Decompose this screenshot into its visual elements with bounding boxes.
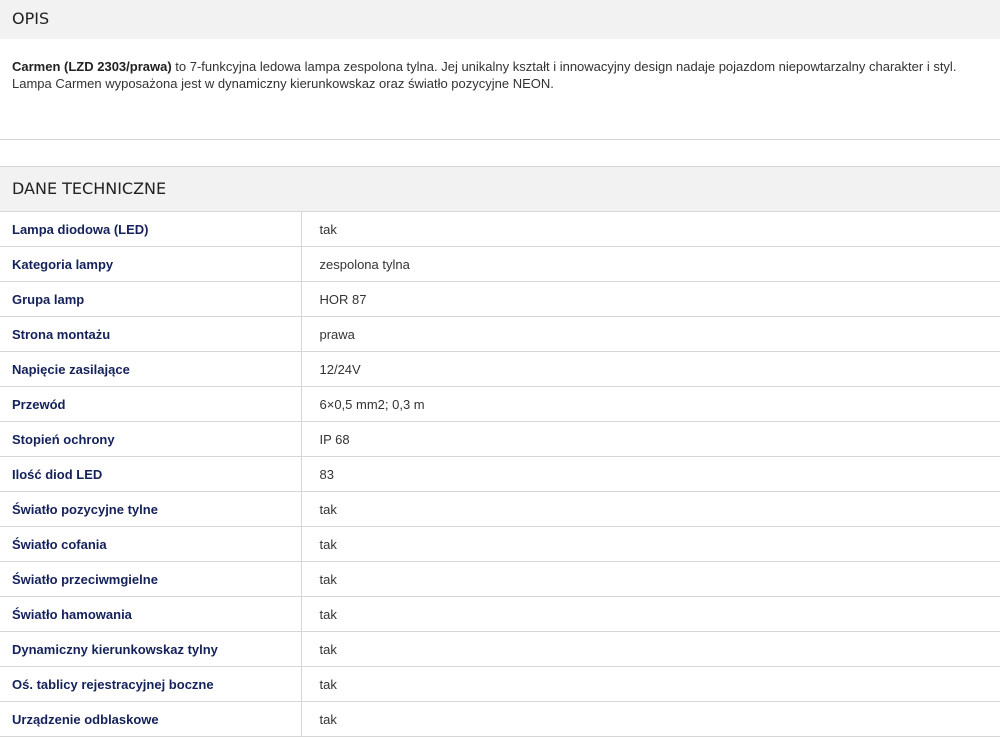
spec-label: Grupa lamp [0, 281, 302, 317]
spec-label: Światło pozycyjne tylne [0, 491, 302, 527]
table-row: Napięcie zasilające 12/24V [0, 351, 1000, 387]
spec-label: Kategoria lampy [0, 246, 302, 282]
spec-label: Urządzenie odblaskowe [0, 701, 302, 737]
spec-label: Strona montażu [0, 316, 302, 352]
table-row: Światło hamowania tak [0, 596, 1000, 632]
spec-table: Lampa diodowa (LED) tak Kategoria lampy ze… [0, 212, 1000, 737]
spec-value: IP 68 [301, 421, 1000, 457]
spec-value: tak [301, 596, 1000, 632]
spec-label: Dynamiczny kierunkowskaz tylny [0, 631, 302, 667]
table-row: Światło cofania tak [0, 526, 1000, 562]
spec-label: Lampa diodowa (LED) [0, 212, 302, 247]
table-row: Strona montażu prawa [0, 316, 1000, 352]
tech-section: DANE TECHNICZNE Lampa diodowa (LED) tak K… [0, 166, 1000, 737]
spec-value: 6×0,5 mm2; 0,3 m [301, 386, 1000, 422]
spec-label: Przewód [0, 386, 302, 422]
spec-value: tak [301, 491, 1000, 527]
table-row: Światło przeciwmgielne tak [0, 561, 1000, 597]
spec-value: prawa [301, 316, 1000, 352]
table-row: Dynamiczny kierunkowskaz tylny tak [0, 631, 1000, 667]
table-row: Kategoria lampy zespolona tylna [0, 246, 1000, 282]
tech-title: DANE TECHNICZNE [0, 166, 1000, 212]
product-name: Carmen (LZD 2303/prawa) [12, 59, 172, 74]
spec-label: Ilość diod LED [0, 456, 302, 492]
table-row: Urządzenie odblaskowe tak [0, 701, 1000, 737]
opis-title: OPIS [0, 0, 1000, 39]
table-row: Ilość diod LED 83 [0, 456, 1000, 492]
table-row: Lampa diodowa (LED) tak [0, 212, 1000, 247]
table-row: Przewód 6×0,5 mm2; 0,3 m [0, 386, 1000, 422]
spec-value: tak [301, 526, 1000, 562]
spec-value: zespolona tylna [301, 246, 1000, 282]
spec-value: 83 [301, 456, 1000, 492]
spec-value: HOR 87 [301, 281, 1000, 317]
spec-value: tak [301, 561, 1000, 597]
opis-section: OPIS Carmen (LZD 2303/prawa) to 7-funkcy… [0, 0, 1000, 140]
spec-label: Stopień ochrony [0, 421, 302, 457]
spec-label: Napięcie zasilające [0, 351, 302, 387]
table-row: Światło pozycyjne tylne tak [0, 491, 1000, 527]
spec-label: Światło przeciwmgielne [0, 561, 302, 597]
table-row: Grupa lamp HOR 87 [0, 281, 1000, 317]
product-description: Carmen (LZD 2303/prawa) to 7-funkcyjna l… [0, 39, 1000, 140]
spec-value: tak [301, 701, 1000, 737]
spec-label: Światło cofania [0, 526, 302, 562]
table-row: Stopień ochrony IP 68 [0, 421, 1000, 457]
spec-value: tak [301, 631, 1000, 667]
spec-value: tak [301, 666, 1000, 702]
spec-label: Światło hamowania [0, 596, 302, 632]
spec-value: tak [301, 212, 1000, 247]
table-row: Oś. tablicy rejestracyjnej boczne tak [0, 666, 1000, 702]
spec-label: Oś. tablicy rejestracyjnej boczne [0, 666, 302, 702]
spec-value: 12/24V [301, 351, 1000, 387]
